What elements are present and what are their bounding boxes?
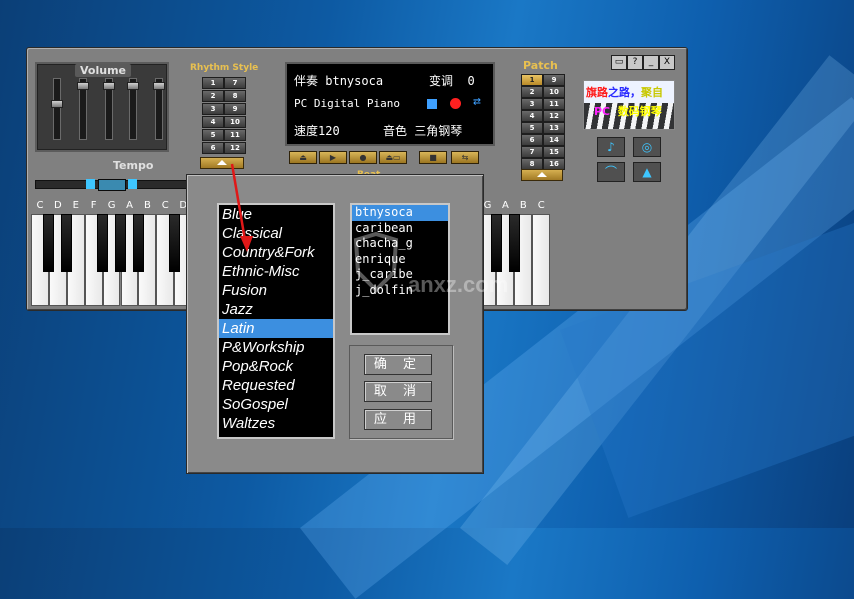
annotation-arrow	[230, 163, 253, 252]
